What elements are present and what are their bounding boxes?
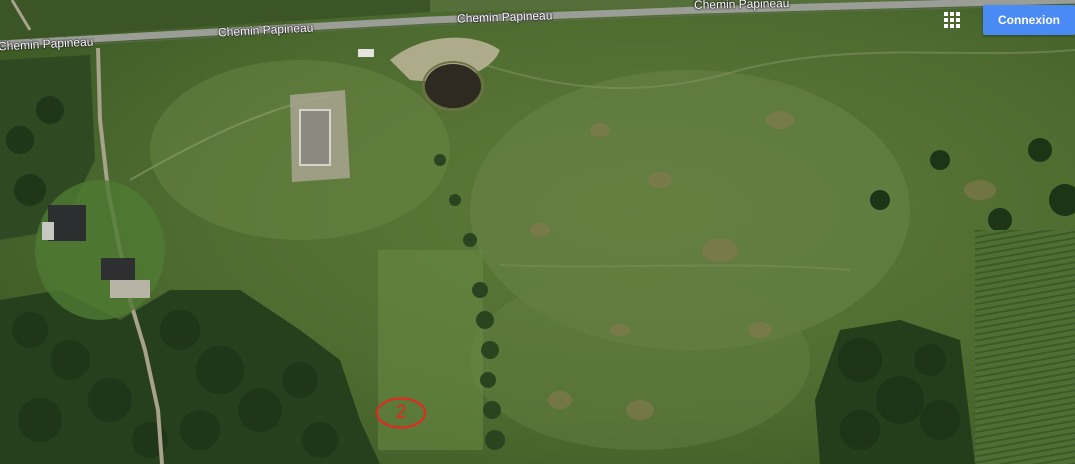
road-label-text: Chemin Papineau: [693, 0, 790, 12]
road-label: Chemin Papineau: [694, 0, 790, 12]
pond: [425, 64, 481, 108]
garage-roof: [101, 258, 135, 280]
lawn: [35, 180, 165, 320]
foundation: [299, 109, 331, 166]
orchard: [975, 230, 1075, 464]
meadow-patch: [470, 270, 810, 450]
apps-grid-icon[interactable]: [939, 8, 965, 32]
small-shed: [358, 49, 374, 57]
login-button[interactable]: Connexion: [983, 5, 1075, 35]
annotation-marker: 2: [376, 397, 426, 429]
house-wall: [42, 222, 54, 240]
annotation-label: 2: [395, 402, 407, 423]
driveway-pad: [110, 280, 150, 298]
satellite-map[interactable]: [0, 0, 1075, 464]
